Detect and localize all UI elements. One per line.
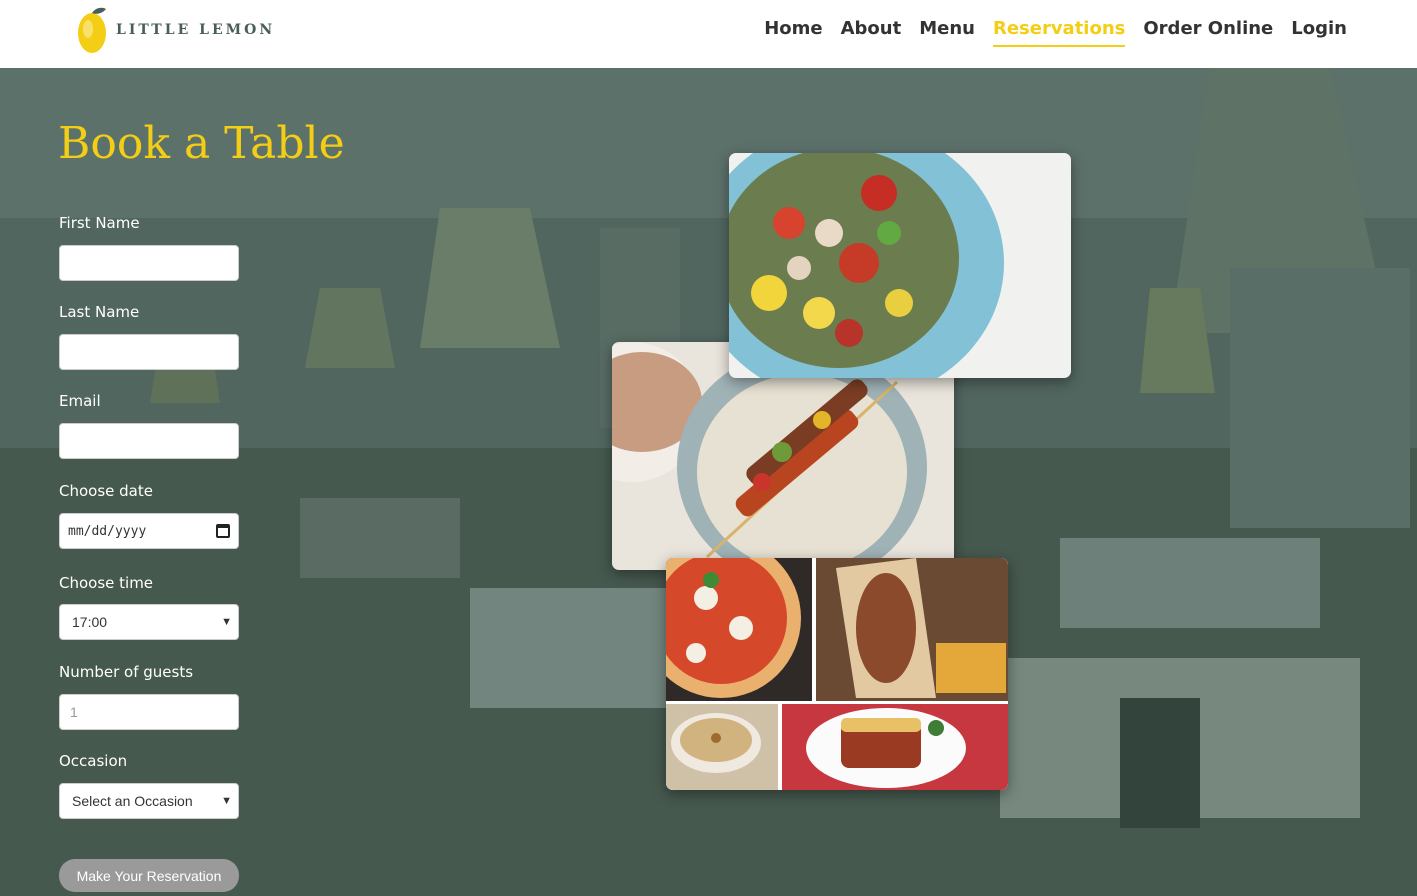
- site-header: LITTLE LEMON Home About Menu Reservation…: [0, 0, 1417, 68]
- occasion-select[interactable]: Select an Occasion ▼: [59, 783, 239, 819]
- first-name-label: First Name: [59, 214, 140, 232]
- first-name-input[interactable]: [59, 245, 239, 281]
- guests-label: Number of guests: [59, 663, 194, 681]
- time-select-value: 17:00: [72, 614, 108, 630]
- lemon-logo-icon: [78, 7, 106, 53]
- hummus-photo: [666, 704, 778, 790]
- last-name-input[interactable]: [59, 334, 239, 370]
- calendar-icon[interactable]: [216, 524, 230, 538]
- nav-reservations[interactable]: Reservations: [992, 17, 1126, 47]
- moussaka-photo: [782, 704, 1008, 790]
- nav-order-online[interactable]: Order Online: [1143, 17, 1273, 47]
- last-name-label: Last Name: [59, 303, 140, 321]
- gyro-photo: [816, 558, 1008, 701]
- chevron-down-icon: ▼: [221, 795, 232, 807]
- make-reservation-button[interactable]: Make Your Reservation: [59, 859, 239, 892]
- page-title: Book a Table: [58, 118, 345, 169]
- food-grid: [666, 558, 1008, 790]
- nav-home[interactable]: Home: [764, 17, 822, 47]
- main-nav: Home About Menu Reservations Order Onlin…: [764, 17, 1347, 47]
- guests-input[interactable]: 1: [59, 694, 239, 730]
- occasion-select-value: Select an Occasion: [72, 793, 193, 809]
- guests-placeholder: 1: [70, 704, 78, 720]
- nav-about[interactable]: About: [841, 17, 902, 47]
- salad-photo: [729, 153, 1071, 378]
- nav-login[interactable]: Login: [1291, 17, 1347, 47]
- date-placeholder: mm/dd/yyyy: [68, 523, 147, 539]
- date-label: Choose date: [59, 482, 153, 500]
- chevron-down-icon: ▼: [221, 616, 232, 628]
- time-label: Choose time: [59, 574, 154, 592]
- logo[interactable]: LITTLE LEMON: [76, 4, 275, 56]
- pizza-photo: [666, 558, 812, 701]
- email-label: Email: [59, 392, 101, 410]
- email-input[interactable]: [59, 423, 239, 459]
- logo-text: LITTLE LEMON: [116, 22, 276, 38]
- time-select[interactable]: 17:00 ▼: [59, 604, 239, 640]
- date-input[interactable]: mm/dd/yyyy: [59, 513, 239, 549]
- occasion-label: Occasion: [59, 752, 128, 770]
- nav-menu[interactable]: Menu: [919, 17, 975, 47]
